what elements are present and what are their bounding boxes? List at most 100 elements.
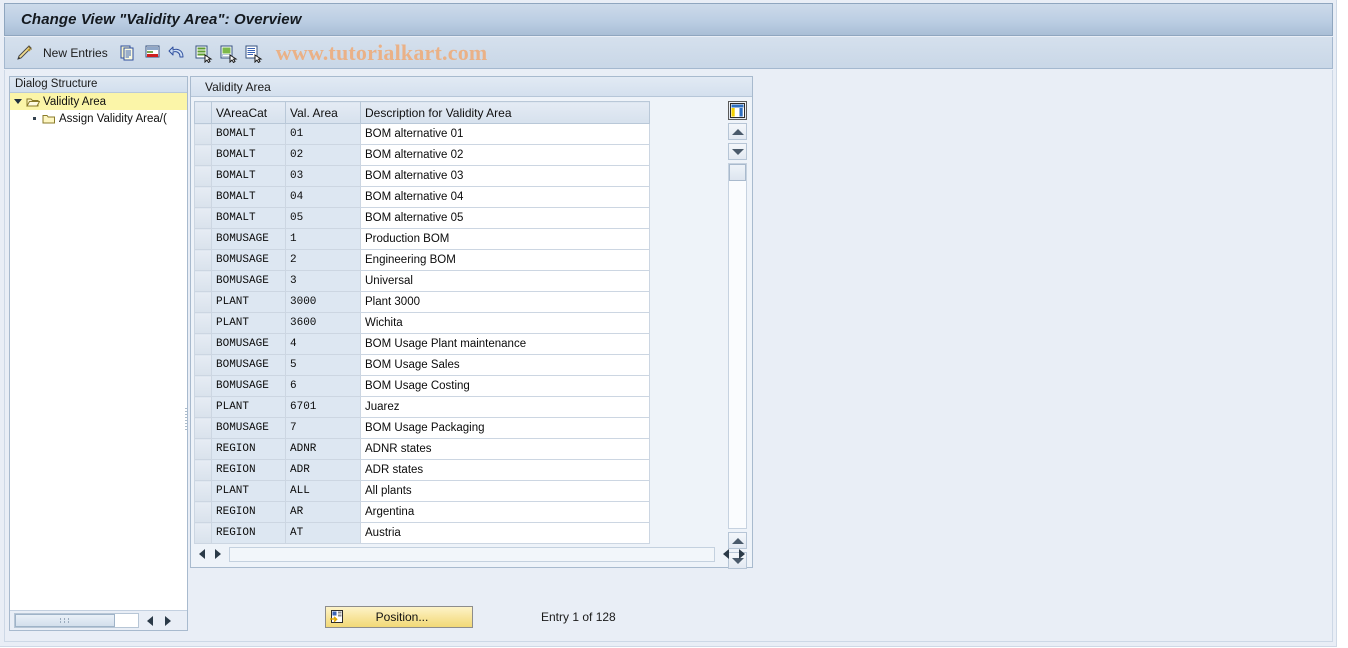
- grid-scroll-up-button[interactable]: [728, 123, 747, 140]
- select-all-column-header[interactable]: [194, 101, 212, 124]
- cell-vareacat[interactable]: BOMALT: [211, 207, 286, 229]
- table-row[interactable]: PLANT 3000 Plant 3000: [194, 291, 650, 313]
- row-select-cell[interactable]: [194, 249, 212, 271]
- cell-vareacat[interactable]: REGION: [211, 522, 286, 544]
- row-select-cell[interactable]: [194, 123, 212, 145]
- cell-val-area[interactable]: ALL: [285, 480, 361, 502]
- cell-val-area[interactable]: 5: [285, 354, 361, 376]
- cell-vareacat[interactable]: PLANT: [211, 480, 286, 502]
- cell-val-area[interactable]: 6: [285, 375, 361, 397]
- select-all-icon[interactable]: [192, 42, 214, 64]
- table-row[interactable]: BOMUSAGE 3 Universal: [194, 270, 650, 292]
- position-button[interactable]: Position...: [325, 606, 473, 628]
- row-select-cell[interactable]: [194, 522, 212, 544]
- table-row[interactable]: BOMUSAGE 4 BOM Usage Plant maintenance: [194, 333, 650, 355]
- cell-description[interactable]: BOM Usage Plant maintenance: [360, 333, 650, 355]
- cell-val-area[interactable]: 05: [285, 207, 361, 229]
- cell-description[interactable]: Engineering BOM: [360, 249, 650, 271]
- table-row[interactable]: REGION ADR ADR states: [194, 459, 650, 481]
- cell-vareacat[interactable]: BOMALT: [211, 144, 286, 166]
- cell-description[interactable]: Austria: [360, 522, 650, 544]
- cell-description[interactable]: BOM alternative 05: [360, 207, 650, 229]
- cell-val-area[interactable]: 3000: [285, 291, 361, 313]
- row-select-cell[interactable]: [194, 459, 212, 481]
- table-row[interactable]: REGION AT Austria: [194, 522, 650, 544]
- cell-vareacat[interactable]: BOMUSAGE: [211, 375, 286, 397]
- sidebar-scroll-thumb[interactable]: [15, 614, 115, 627]
- select-block-icon[interactable]: [242, 42, 264, 64]
- cell-description[interactable]: BOM Usage Costing: [360, 375, 650, 397]
- column-header-description[interactable]: Description for Validity Area: [360, 101, 650, 124]
- deselect-all-icon[interactable]: [217, 42, 239, 64]
- column-header-vareacat[interactable]: VAreaCat: [211, 101, 286, 124]
- cell-val-area[interactable]: ADNR: [285, 438, 361, 460]
- cell-description[interactable]: Universal: [360, 270, 650, 292]
- sidebar-scroll-left-button[interactable]: [143, 613, 157, 628]
- sidebar-scroll-right-button[interactable]: [161, 613, 175, 628]
- expand-collapse-triangle-icon[interactable]: [10, 99, 26, 104]
- grid-scroll-left-button[interactable]: [194, 546, 210, 562]
- row-select-cell[interactable]: [194, 312, 212, 334]
- cell-description[interactable]: Production BOM: [360, 228, 650, 250]
- row-select-cell[interactable]: [194, 165, 212, 187]
- row-select-cell[interactable]: [194, 228, 212, 250]
- cell-vareacat[interactable]: PLANT: [211, 396, 286, 418]
- cell-vareacat[interactable]: BOMUSAGE: [211, 270, 286, 292]
- cell-val-area[interactable]: ADR: [285, 459, 361, 481]
- table-row[interactable]: BOMUSAGE 2 Engineering BOM: [194, 249, 650, 271]
- table-row[interactable]: PLANT 6701 Juarez: [194, 396, 650, 418]
- cell-val-area[interactable]: 3: [285, 270, 361, 292]
- table-row[interactable]: BOMALT 02 BOM alternative 02: [194, 144, 650, 166]
- cell-vareacat[interactable]: BOMUSAGE: [211, 249, 286, 271]
- cell-val-area[interactable]: 3600: [285, 312, 361, 334]
- table-row[interactable]: BOMALT 05 BOM alternative 05: [194, 207, 650, 229]
- cell-val-area[interactable]: 1: [285, 228, 361, 250]
- cell-val-area[interactable]: 02: [285, 144, 361, 166]
- table-row[interactable]: BOMUSAGE 1 Production BOM: [194, 228, 650, 250]
- delete-icon[interactable]: [142, 42, 164, 64]
- cell-vareacat[interactable]: BOMUSAGE: [211, 417, 286, 439]
- grid-horizontal-scroll-track[interactable]: [229, 546, 715, 562]
- row-select-cell[interactable]: [194, 207, 212, 229]
- column-configuration-icon[interactable]: [728, 101, 747, 120]
- cell-description[interactable]: BOM Usage Packaging: [360, 417, 650, 439]
- cell-description[interactable]: Argentina: [360, 501, 650, 523]
- row-select-cell[interactable]: [194, 375, 212, 397]
- sidebar-horizontal-scrollbar[interactable]: [10, 610, 187, 630]
- row-select-cell[interactable]: [194, 438, 212, 460]
- row-select-cell[interactable]: [194, 480, 212, 502]
- copy-icon[interactable]: [117, 42, 139, 64]
- new-entries-button[interactable]: New Entries: [43, 46, 108, 60]
- pencil-overview-icon[interactable]: [14, 42, 36, 64]
- cell-vareacat[interactable]: BOMALT: [211, 165, 286, 187]
- cell-vareacat[interactable]: BOMALT: [211, 186, 286, 208]
- row-select-cell[interactable]: [194, 501, 212, 523]
- cell-description[interactable]: ADNR states: [360, 438, 650, 460]
- row-select-cell[interactable]: [194, 291, 212, 313]
- row-select-cell[interactable]: [194, 270, 212, 292]
- sidebar-item-assign-validity-area[interactable]: Assign Validity Area/(: [10, 110, 187, 127]
- cell-val-area[interactable]: AR: [285, 501, 361, 523]
- cell-val-area[interactable]: AT: [285, 522, 361, 544]
- row-select-cell[interactable]: [194, 417, 212, 439]
- cell-description[interactable]: BOM alternative 04: [360, 186, 650, 208]
- cell-description[interactable]: BOM alternative 01: [360, 123, 650, 145]
- cell-description[interactable]: Juarez: [360, 396, 650, 418]
- table-row[interactable]: BOMALT 01 BOM alternative 01: [194, 123, 650, 145]
- cell-vareacat[interactable]: REGION: [211, 459, 286, 481]
- cell-vareacat[interactable]: REGION: [211, 438, 286, 460]
- cell-description[interactable]: BOM alternative 02: [360, 144, 650, 166]
- cell-vareacat[interactable]: REGION: [211, 501, 286, 523]
- table-row[interactable]: REGION AR Argentina: [194, 501, 650, 523]
- table-row[interactable]: PLANT 3600 Wichita: [194, 312, 650, 334]
- cell-val-area[interactable]: 7: [285, 417, 361, 439]
- column-header-val-area[interactable]: Val. Area: [285, 101, 361, 124]
- table-row[interactable]: BOMALT 03 BOM alternative 03: [194, 165, 650, 187]
- cell-description[interactable]: Wichita: [360, 312, 650, 334]
- row-select-cell[interactable]: [194, 354, 212, 376]
- table-row[interactable]: BOMUSAGE 6 BOM Usage Costing: [194, 375, 650, 397]
- cell-val-area[interactable]: 4: [285, 333, 361, 355]
- panel-splitter-handle[interactable]: [185, 408, 189, 430]
- grid-scroll-right-button-inner[interactable]: [210, 546, 226, 562]
- cell-vareacat[interactable]: BOMALT: [211, 123, 286, 145]
